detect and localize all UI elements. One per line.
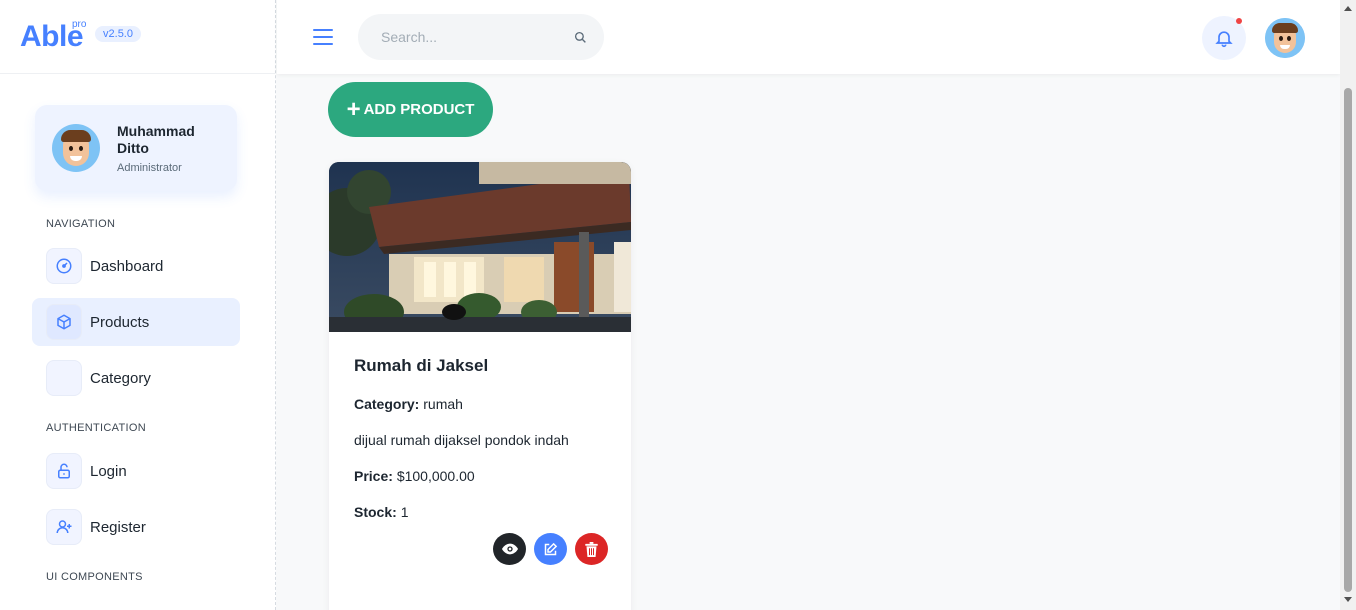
avatar [52, 124, 100, 172]
header-avatar[interactable] [1265, 18, 1305, 58]
top-header [277, 0, 1340, 74]
page-scrollbar[interactable] [1340, 0, 1356, 610]
sidebar: Able pro v2.5.0 Muhammad Ditto Administr… [0, 0, 276, 610]
scroll-thumb[interactable] [1344, 88, 1352, 592]
user-card[interactable]: Muhammad Ditto Administrator [35, 105, 237, 191]
search-icon[interactable] [574, 31, 587, 44]
product-actions [493, 533, 608, 565]
nav-caption-ui-components: UI COMPONENTS [46, 571, 143, 583]
product-description: dijual rumah dijaksel pondok indah [354, 432, 569, 448]
user-role: Administrator [117, 161, 182, 174]
bell-icon [1215, 31, 1233, 48]
stock-label: Stock: [354, 504, 397, 520]
menu-toggle-icon[interactable] [313, 29, 333, 45]
product-category: Category: rumah [354, 396, 606, 412]
sidebar-item-dashboard[interactable]: Dashboard [32, 242, 240, 290]
sidebar-item-label: Category [90, 369, 151, 387]
gauge-icon [46, 248, 82, 284]
product-price: Price: $100,000.00 [354, 468, 606, 484]
box-icon [46, 304, 82, 340]
sidebar-item-label: Products [90, 313, 150, 331]
blank-icon [46, 360, 82, 396]
sidebar-item-label: Register [90, 518, 146, 536]
nav-caption-authentication: AUTHENTICATION [46, 422, 146, 434]
lock-icon [46, 453, 82, 489]
sidebar-item-label: Dashboard [90, 257, 164, 275]
scroll-down-arrow-icon[interactable] [1344, 597, 1352, 602]
sidebar-item-label: Login [90, 462, 127, 480]
notification-dot [1236, 18, 1242, 24]
add-product-label: ADD PRODUCT [363, 101, 475, 118]
view-button[interactable] [493, 533, 526, 565]
trash-icon [585, 541, 598, 557]
search-box [358, 14, 604, 60]
sidebar-item-register[interactable]: Register [32, 503, 240, 551]
sidebar-item-category[interactable]: Category [32, 354, 240, 402]
version-badge: v2.5.0 [95, 25, 141, 42]
sidebar-item-login[interactable]: Login [32, 447, 240, 495]
delete-button[interactable] [575, 533, 608, 565]
category-value: rumah [423, 396, 463, 412]
user-plus-icon [46, 509, 82, 545]
edit-icon [544, 542, 558, 555]
scroll-up-arrow-icon[interactable] [1344, 6, 1352, 11]
product-card: Rumah di Jaksel Category: rumah dijual r… [329, 162, 631, 610]
search-input[interactable] [381, 29, 561, 45]
nav-caption-navigation: NAVIGATION [46, 218, 116, 230]
product-image [329, 162, 631, 332]
price-label: Price: [354, 468, 393, 484]
product-stock: Stock: 1 [354, 504, 606, 520]
edit-button[interactable] [534, 533, 567, 565]
category-label: Category: [354, 396, 420, 412]
sidebar-item-products[interactable]: Products [32, 298, 240, 346]
eye-icon [501, 543, 518, 555]
user-name: Muhammad Ditto [117, 122, 195, 156]
plus-icon: + [346, 95, 361, 123]
price-value: $100,000.00 [396, 468, 475, 484]
product-title: Rumah di Jaksel [354, 356, 489, 375]
add-product-button[interactable]: + ADD PRODUCT [328, 82, 493, 137]
brand[interactable]: Able pro v2.5.0 [0, 0, 275, 74]
brand-pro-badge: pro [72, 19, 87, 30]
notification-button[interactable] [1202, 16, 1246, 60]
stock-value: 1 [400, 504, 409, 520]
